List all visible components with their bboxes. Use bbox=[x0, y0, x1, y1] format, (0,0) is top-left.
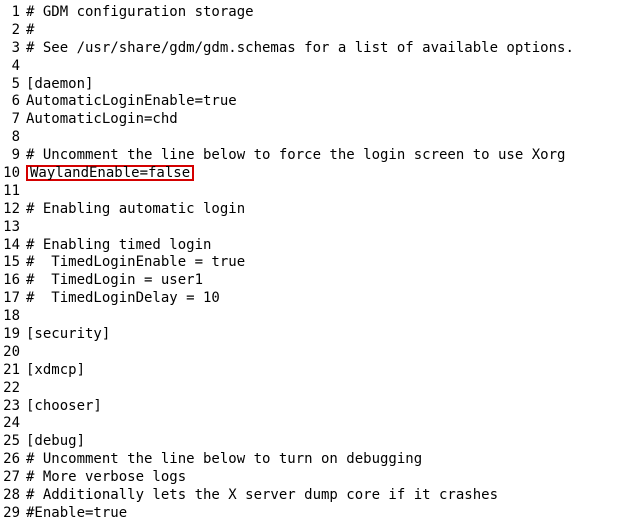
code-line[interactable]: 21[xdmcp] bbox=[0, 362, 639, 380]
code-line[interactable]: 15# TimedLoginEnable = true bbox=[0, 254, 639, 272]
code-line[interactable]: 22 bbox=[0, 380, 639, 398]
code-text: # Uncomment the line below to turn on de… bbox=[26, 451, 422, 469]
line-number: 4 bbox=[0, 58, 26, 76]
code-text: # GDM configuration storage bbox=[26, 4, 254, 22]
code-text: # TimedLoginDelay = 10 bbox=[26, 290, 220, 308]
code-line[interactable]: 27# More verbose logs bbox=[0, 469, 639, 487]
line-number: 7 bbox=[0, 111, 26, 129]
code-text: # See /usr/share/gdm/gdm.schemas for a l… bbox=[26, 40, 574, 58]
text-editor[interactable]: 1# GDM configuration storage2#3# See /us… bbox=[0, 0, 639, 529]
code-line[interactable]: 1# GDM configuration storage bbox=[0, 4, 639, 22]
line-number: 27 bbox=[0, 469, 26, 487]
line-number: 19 bbox=[0, 326, 26, 344]
line-number: 25 bbox=[0, 433, 26, 451]
code-line[interactable]: 5[daemon] bbox=[0, 76, 639, 94]
line-number: 2 bbox=[0, 22, 26, 40]
highlighted-text: WaylandEnable=false bbox=[26, 165, 194, 181]
code-text: #Enable=true bbox=[26, 505, 127, 523]
code-line[interactable]: 4 bbox=[0, 58, 639, 76]
line-number: 9 bbox=[0, 147, 26, 165]
line-number: 20 bbox=[0, 344, 26, 362]
line-number: 22 bbox=[0, 380, 26, 398]
code-line[interactable]: 7AutomaticLogin=chd bbox=[0, 111, 639, 129]
code-line[interactable]: 28# Additionally lets the X server dump … bbox=[0, 487, 639, 505]
line-number: 21 bbox=[0, 362, 26, 380]
code-text: # TimedLogin = user1 bbox=[26, 272, 203, 290]
line-number: 14 bbox=[0, 237, 26, 255]
code-line[interactable]: 19[security] bbox=[0, 326, 639, 344]
code-line[interactable]: 9# Uncomment the line below to force the… bbox=[0, 147, 639, 165]
code-line[interactable]: 23[chooser] bbox=[0, 398, 639, 416]
line-number: 6 bbox=[0, 93, 26, 111]
code-text: # More verbose logs bbox=[26, 469, 186, 487]
code-line[interactable]: 13 bbox=[0, 219, 639, 237]
line-number: 26 bbox=[0, 451, 26, 469]
code-line[interactable]: 20 bbox=[0, 344, 639, 362]
code-line[interactable]: 26# Uncomment the line below to turn on … bbox=[0, 451, 639, 469]
code-text: # bbox=[26, 22, 34, 40]
line-number: 28 bbox=[0, 487, 26, 505]
code-line[interactable]: 17# TimedLoginDelay = 10 bbox=[0, 290, 639, 308]
line-number: 18 bbox=[0, 308, 26, 326]
line-number: 12 bbox=[0, 201, 26, 219]
code-text: # Uncomment the line below to force the … bbox=[26, 147, 565, 165]
code-text: # Additionally lets the X server dump co… bbox=[26, 487, 498, 505]
line-number: 24 bbox=[0, 415, 26, 433]
code-line[interactable]: 18 bbox=[0, 308, 639, 326]
code-line[interactable]: 25[debug] bbox=[0, 433, 639, 451]
line-number: 13 bbox=[0, 219, 26, 237]
code-text: [daemon] bbox=[26, 76, 93, 94]
code-line[interactable]: 16# TimedLogin = user1 bbox=[0, 272, 639, 290]
line-number: 8 bbox=[0, 129, 26, 147]
line-number: 3 bbox=[0, 40, 26, 58]
code-text: # Enabling automatic login bbox=[26, 201, 245, 219]
code-line[interactable]: 8 bbox=[0, 129, 639, 147]
code-line[interactable]: 29#Enable=true bbox=[0, 505, 639, 523]
line-number: 10 bbox=[0, 165, 26, 183]
line-number: 11 bbox=[0, 183, 26, 201]
code-line[interactable]: 2# bbox=[0, 22, 639, 40]
line-number: 1 bbox=[0, 4, 26, 22]
code-line[interactable]: 11 bbox=[0, 183, 639, 201]
code-text: [security] bbox=[26, 326, 110, 344]
line-number: 17 bbox=[0, 290, 26, 308]
code-text: [xdmcp] bbox=[26, 362, 85, 380]
code-text: [debug] bbox=[26, 433, 85, 451]
line-number: 5 bbox=[0, 76, 26, 94]
code-line[interactable]: 24 bbox=[0, 415, 639, 433]
code-text: AutomaticLoginEnable=true bbox=[26, 93, 237, 111]
code-text: # TimedLoginEnable = true bbox=[26, 254, 245, 272]
code-line[interactable]: 12# Enabling automatic login bbox=[0, 201, 639, 219]
code-line[interactable]: 3# See /usr/share/gdm/gdm.schemas for a … bbox=[0, 40, 639, 58]
line-number: 16 bbox=[0, 272, 26, 290]
code-text: AutomaticLogin=chd bbox=[26, 111, 178, 129]
line-number: 29 bbox=[0, 505, 26, 523]
line-number: 23 bbox=[0, 398, 26, 416]
code-text: # Enabling timed login bbox=[26, 237, 211, 255]
code-line[interactable]: 14# Enabling timed login bbox=[0, 237, 639, 255]
code-line[interactable]: 10WaylandEnable=false bbox=[0, 165, 639, 183]
code-text: [chooser] bbox=[26, 398, 102, 416]
code-line[interactable]: 6AutomaticLoginEnable=true bbox=[0, 93, 639, 111]
line-number: 15 bbox=[0, 254, 26, 272]
